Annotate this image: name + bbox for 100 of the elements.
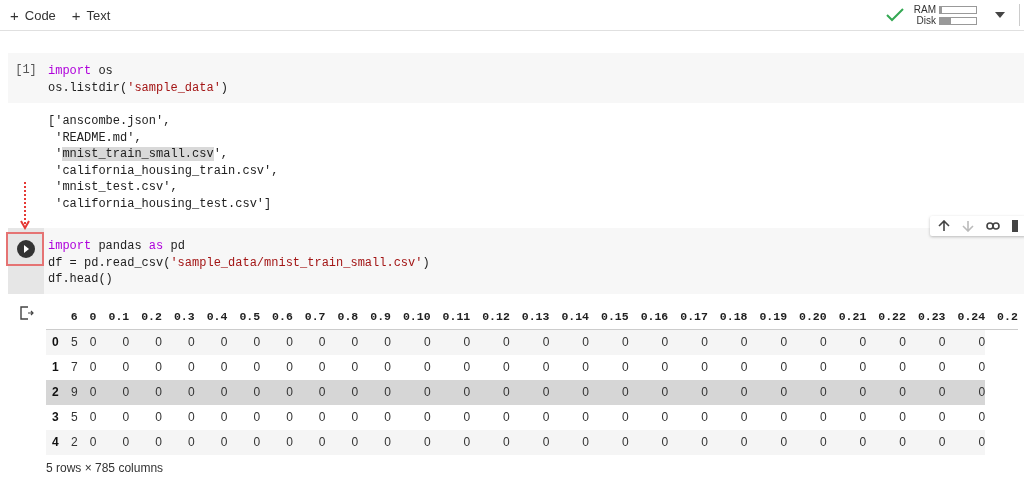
link-icon[interactable] [986,221,1000,231]
code-line: import os [48,63,114,80]
table-cell: 2 [58,429,78,455]
output-line: 'mnist_test.csv', [54,179,179,196]
column-header: 0.16 [628,305,669,329]
column-header: 0.1 [96,305,130,329]
table-cell: 0 [668,379,708,405]
column-header: 0.5 [227,305,261,329]
table-cell: 0 [905,379,946,405]
table-cell: 0 [260,354,293,380]
output-line: 'california_housing_test.csv'] [54,195,273,212]
column-header: 0.8 [325,305,359,329]
table-cell: 0 [509,329,550,355]
table-cell: 0 [945,354,986,380]
table-cell: 0 [549,379,589,405]
table-cell: 0 [430,329,471,355]
code-cell[interactable]: [1] import os os.listdir('sample_data') [8,53,1024,103]
table-cell: 0 [747,354,788,380]
column-header: 6 [58,305,78,329]
table-cell: 0 [905,404,946,430]
arrow-up-icon[interactable] [938,220,950,232]
table-cell: 0 [161,404,195,430]
table-cell: 0 [358,429,391,455]
table-cell: 0 [826,404,867,430]
table-cell: 0 [358,404,391,430]
disk-meter [939,16,977,25]
table-cell: 0 [260,329,293,355]
annotation-arrow [20,182,30,230]
table-cell: 0 [589,354,629,380]
code-line: df.head() [48,271,114,288]
table-cell: 7 [58,354,78,380]
table-cell: 0 [668,429,708,455]
table-cell: 0 [470,379,510,405]
table-cell: 5 [58,329,78,355]
column-header: 0.9 [358,305,391,329]
table-cell: 0 [358,329,391,355]
table-cell: 0 [628,429,669,455]
table-cell: 0 [905,329,946,355]
column-header: 0.23 [905,305,946,329]
table-cell: 0 [260,379,293,405]
table-cell: 0 [826,354,867,380]
ram-meter [939,5,977,14]
table-cell: 0 [390,354,431,380]
table-cell: 0 [826,379,867,405]
table-cell: 0 [227,429,261,455]
table-cell: 0 [509,354,550,380]
table-cell: 0 [707,429,748,455]
table-cell: 0 [787,379,827,405]
table-cell: 0 [628,329,669,355]
caret-icon[interactable] [995,12,1005,18]
table-cell: 0 [325,404,359,430]
code-cell[interactable]: import pandas as pd df = pd.read_csv('sample_data/mnist_train_small.csv') df.head() [8,228,1024,294]
table-cell: 0 [77,379,97,405]
column-header: 0.15 [589,305,629,329]
column-header: 0.22 [866,305,906,329]
table-cell: 0 [707,354,748,380]
table-cell: 0 [292,354,326,380]
column-header: 0.20 [787,305,827,329]
table-cell: 0 [905,429,946,455]
table-cell: 0 [747,404,788,430]
table-cell: 0 [866,429,906,455]
output-icon[interactable] [20,305,34,320]
column-header: 0.4 [194,305,228,329]
table-cell: 0 [509,379,550,405]
column-header: 0.12 [470,305,510,329]
table-cell: 0 [161,329,195,355]
add-code-button[interactable]: + Code [4,4,62,26]
table-cell: 0 [668,404,708,430]
table-cell: 0 [129,329,162,355]
table-cell: 0 [194,379,228,405]
output-line: 'README.md', [54,129,143,146]
table-cell: 0 [668,329,708,355]
column-header: 0.17 [668,305,708,329]
add-text-button[interactable]: + Text [65,4,117,26]
table-cell: 0 [260,404,293,430]
output-line: 'california_housing_train.csv', [54,162,280,179]
table-cell: 0 [227,404,261,430]
table-cell: 0 [549,329,589,355]
table-cell: 0 [325,379,359,405]
run-icon[interactable] [17,240,35,258]
table-cell: 0 [866,354,906,380]
table-cell: 0 [358,354,391,380]
table-cell: 0 [549,429,589,455]
table-cell: 0 [325,329,359,355]
table-cell: 0 [194,404,228,430]
table-cell: 0 [787,354,827,380]
table-cell: 0 [707,404,748,430]
table-cell: 0 [161,354,195,380]
table-cell: 0 [866,329,906,355]
disk-label: Disk [916,15,936,26]
table-cell: 0 [77,329,97,355]
column-header: 0.6 [260,305,293,329]
table-cell: 0 [826,329,867,355]
table-cell: 0 [194,329,228,355]
column-header: 0.11 [430,305,471,329]
table-cell: 0 [161,379,195,405]
table-cell: 0 [747,329,788,355]
column-header: 0.7 [292,305,326,329]
table-cell: 0 [96,354,130,380]
table-cell: 0 [549,354,589,380]
